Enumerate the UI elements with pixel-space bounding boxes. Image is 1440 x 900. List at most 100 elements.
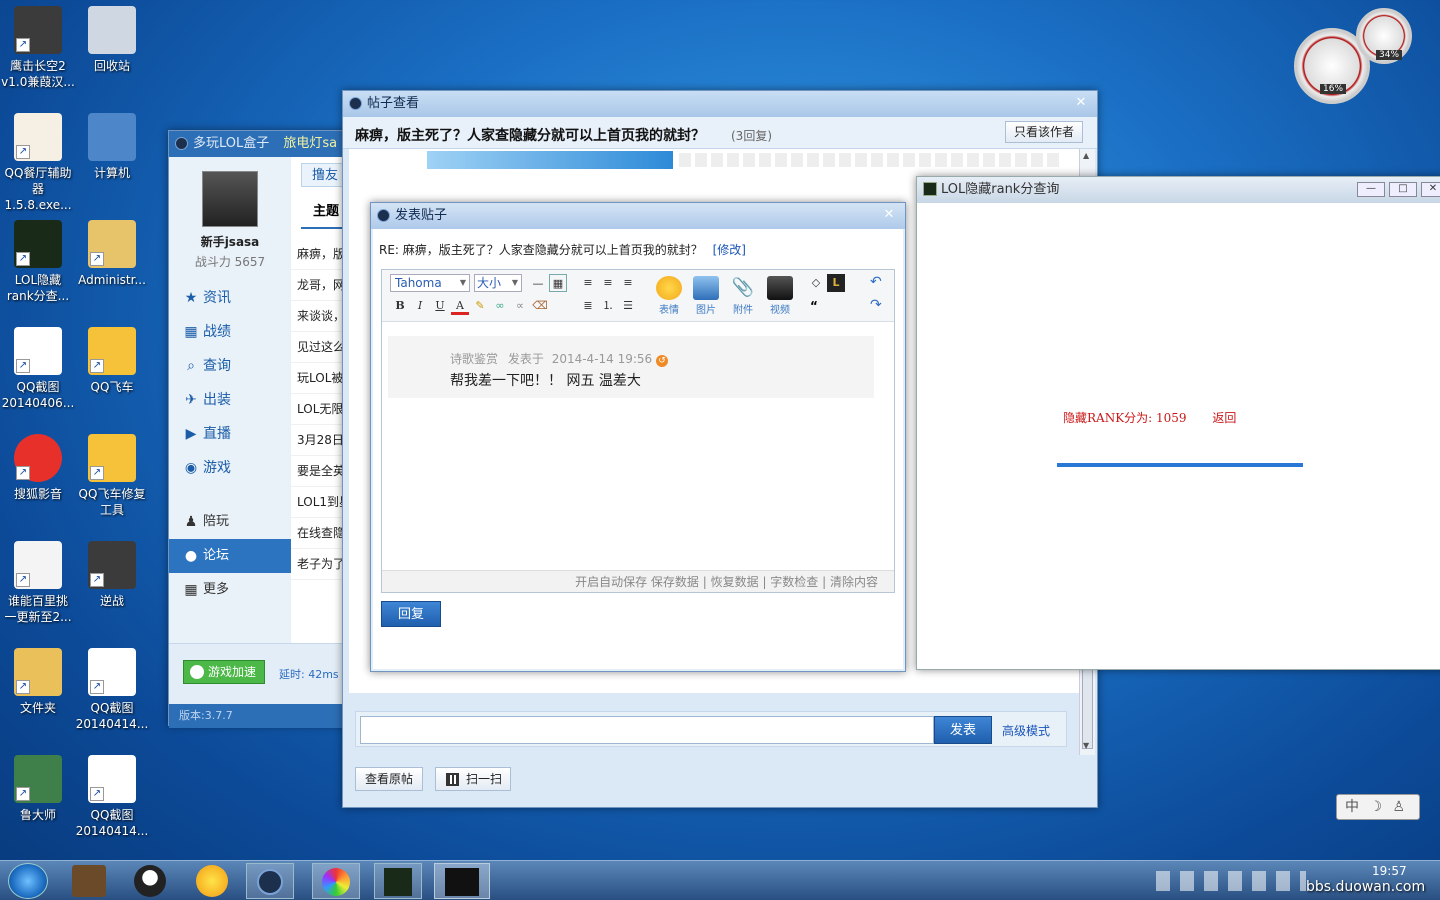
ordered-list-icon[interactable]: ⒈ (599, 297, 617, 315)
unlink-icon[interactable]: ∝ (511, 297, 529, 315)
editor-footer-link[interactable]: 字数检查 (770, 575, 818, 589)
desktop-icon[interactable]: ↗ QQ飞车修复 工具 (74, 434, 150, 518)
cpu-meter-gadget[interactable]: 16% 34% (1290, 8, 1420, 104)
desktop-icon[interactable]: ↗ QQ截图 20140406... (0, 327, 76, 411)
nav-item[interactable]: ★ 资讯 (169, 281, 291, 315)
taskbar-lol-box-icon[interactable] (246, 863, 294, 899)
quote-icon[interactable]: “ (810, 299, 818, 313)
lol-box-titlebar[interactable]: 多玩LOL盒子 旅电灯sa (169, 131, 357, 157)
desktop-icon[interactable]: ↗ 鹰击长空2 v1.0兼葭汉... (0, 6, 76, 90)
rank-query-window[interactable]: LOL隐藏rank分查询 — □ ✕ 隐藏RANK分为: 1059 返回 (916, 176, 1440, 670)
nav-item[interactable]: ✈ 出装 (169, 383, 291, 417)
desktop-icon[interactable]: ↗ QQ餐厅辅助 器1.5.8.exe... (0, 113, 76, 213)
scroll-down-icon[interactable]: ▼ (1083, 741, 1089, 750)
horizontal-rule-icon[interactable]: — (529, 275, 547, 293)
nav-item[interactable]: ◉ 游戏 (169, 451, 291, 485)
back-link[interactable]: 返回 (1212, 411, 1236, 425)
unordered-list-icon[interactable]: ☰ (619, 297, 637, 315)
lol-box-window[interactable]: 多玩LOL盒子 旅电灯sa 新手jsasa 战斗力 5657 ★ 资讯 ▦ 战绩 ⌕ 查询… (168, 130, 359, 728)
taskbar-photo-icon[interactable] (312, 863, 360, 899)
nav-item[interactable]: ⌕ 查询 (169, 349, 291, 383)
nav-item[interactable]: ▦ 战绩 (169, 315, 291, 349)
desktop-icon[interactable]: ↗ QQ飞车 (74, 327, 150, 395)
start-button[interactable] (8, 863, 48, 899)
spellcheck-icon[interactable]: ✎ (471, 297, 489, 315)
reply-button[interactable]: 回复 (381, 601, 441, 627)
desktop-icon[interactable]: 计算机 (74, 113, 150, 181)
taskbar-app-game-icon[interactable] (72, 865, 106, 897)
desktop-icon[interactable]: ↗ 文件夹 (0, 648, 76, 716)
reply-dialog[interactable]: 发表贴子 ✕ RE: 麻痹，版主死了？人家查隐藏分就可以上首页我的就封？ [修改… (370, 202, 906, 672)
taskbar-qq-icon[interactable] (134, 865, 166, 897)
editor-footer-link[interactable]: 清除内容 (830, 575, 878, 589)
editor-tool-button[interactable]: 📎 附件 (726, 276, 760, 316)
desktop-icon[interactable]: ↗ 搜狐影音 (0, 434, 76, 502)
editor-tool-button[interactable]: 图片 (689, 276, 723, 316)
source-code-icon[interactable]: ◇ (807, 274, 825, 292)
desktop-icon[interactable]: ↗ QQ截图 20140414... (74, 648, 150, 732)
close-icon[interactable]: ✕ (1071, 93, 1091, 113)
nav-item[interactable]: ● 论坛 (169, 539, 291, 573)
close-icon[interactable]: ✕ (1421, 182, 1440, 197)
taskbar-lol-rank-icon[interactable] (374, 863, 422, 899)
clock[interactable]: 19:57 (1372, 864, 1407, 878)
taskbar-browser-icon[interactable] (196, 865, 228, 897)
nav-item[interactable]: ▶ 直播 (169, 417, 291, 451)
desktop-icon[interactable]: ↗ 谁能百里挑 一更新至2... (0, 541, 76, 625)
lol-insert-icon[interactable]: L (827, 274, 845, 292)
game-accel-button[interactable]: 游戏加速 (183, 660, 265, 684)
only-author-button[interactable]: 只看该作者 (1005, 121, 1083, 143)
font-select[interactable]: Tahoma ▼ (390, 274, 470, 292)
taskbar-lb-icon[interactable] (434, 863, 490, 899)
ime-mode[interactable]: 中 (1345, 799, 1359, 815)
send-button[interactable]: 发表 (934, 716, 992, 744)
quote-block: 诗歌鉴赏 发表于 2014-4-14 19:56 ↺ 帮我差一下吧！！ 网五 温… (388, 336, 874, 398)
desktop-icon[interactable]: ↗ QQ截图 20140414... (74, 755, 150, 839)
scroll-thumb[interactable] (1082, 669, 1093, 749)
nav-item[interactable]: ▦ 更多 (169, 573, 291, 607)
half-width-icon[interactable]: ☽ (1369, 799, 1382, 815)
user-icon[interactable]: ♙ (1392, 799, 1405, 815)
post-view-titlebar[interactable]: 帖子查看 ✕ (343, 91, 1097, 117)
desktop-icon[interactable]: ↗ 逆战 (74, 541, 150, 609)
avatar[interactable] (202, 171, 258, 227)
redo-icon[interactable]: ↷ (870, 297, 882, 313)
minimize-icon[interactable]: — (1357, 182, 1385, 197)
reply-dialog-titlebar[interactable]: 发表贴子 ✕ (371, 203, 905, 229)
editor-footer-link[interactable]: 开启自动保存 (575, 575, 647, 589)
undo-icon[interactable]: ↶ (870, 274, 882, 290)
advanced-mode-link[interactable]: 高级模式 (1002, 722, 1050, 739)
desktop-icon[interactable]: ↗ LOL隐藏 rank分查... (0, 220, 76, 304)
nav-item[interactable]: ♟ 陪玩 (169, 505, 291, 539)
editor-footer-link[interactable]: 保存数据 (651, 575, 699, 589)
align-center-icon[interactable]: ≡ (599, 274, 617, 292)
rank-query-titlebar[interactable]: LOL隐藏rank分查询 — □ ✕ (917, 177, 1440, 203)
modify-link[interactable]: [修改] (713, 243, 746, 257)
quick-reply-input[interactable] (360, 716, 934, 744)
jump-icon[interactable]: ↺ (656, 355, 669, 367)
underline-icon[interactable]: U (431, 297, 449, 315)
table-icon[interactable]: ▦ (549, 274, 567, 292)
computer-icon (88, 113, 136, 161)
maximize-icon[interactable]: □ (1389, 182, 1417, 197)
clear-format-icon[interactable]: ⌫ (531, 297, 549, 315)
editor-footer-link[interactable]: 恢复数据 (711, 575, 759, 589)
desktop-icon[interactable]: ↗ 鲁大师 (0, 755, 76, 823)
size-select[interactable]: 大小 ▼ (474, 274, 522, 292)
link-icon[interactable]: ∞ (491, 297, 509, 315)
text-color-icon[interactable]: A (451, 297, 469, 315)
align-right-icon[interactable]: ≡ (619, 274, 637, 292)
bold-icon[interactable]: B (391, 297, 409, 315)
italic-icon[interactable]: I (411, 297, 429, 315)
indent-icon[interactable]: ≣ (579, 297, 597, 315)
view-original-button[interactable]: 查看原帖 (355, 767, 423, 791)
editor-tool-button[interactable]: 视频 (763, 276, 797, 316)
scroll-up-icon[interactable]: ▲ (1083, 151, 1089, 160)
desktop-icon[interactable]: ↗ Administr... (74, 220, 150, 288)
ime-bar[interactable]: 中 ☽ ♙ (1336, 794, 1420, 820)
align-left-icon[interactable]: ≡ (579, 274, 597, 292)
close-icon[interactable]: ✕ (879, 205, 899, 225)
scan-button[interactable]: 扫一扫 (435, 767, 511, 791)
editor-tool-button[interactable]: 表情 (652, 276, 686, 316)
desktop-icon[interactable]: 回收站 (74, 6, 150, 74)
